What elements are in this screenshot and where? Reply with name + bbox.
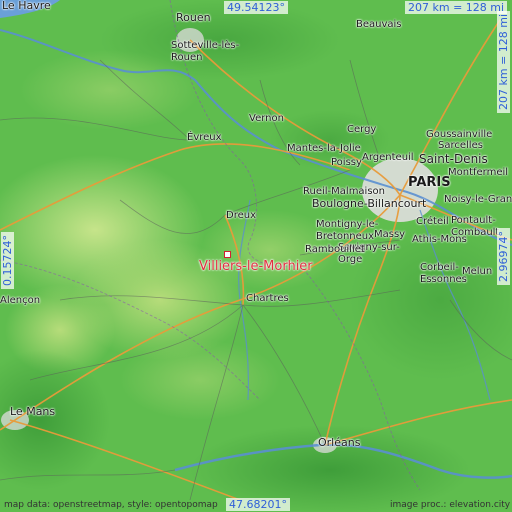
place-label-montfermeil: Montfermeil xyxy=(448,167,509,178)
place-label-beauvais: Beauvais xyxy=(356,19,402,30)
terrain-layer xyxy=(0,0,512,512)
place-label-argenteuil: Argenteuil xyxy=(362,152,414,163)
place-label-montigny: Montigny-le- Bretonneux xyxy=(316,219,379,242)
place-label-cergy: Cergy xyxy=(347,124,377,135)
place-label-orleans: Orléans xyxy=(318,436,361,449)
highlight-place-label: Villiers-le-Morhier xyxy=(199,259,313,274)
place-label-alencon: Alençon xyxy=(0,295,41,306)
place-label-poissy: Poissy xyxy=(331,157,362,168)
footer-credit: image proc.: elevation.city xyxy=(390,500,511,510)
place-label-athis-mons: Athis-Mons xyxy=(412,234,467,245)
place-label-sarcelles: Sarcelles xyxy=(438,140,483,151)
place-label-chartres: Chartres xyxy=(246,293,289,304)
place-label-boulogne-billancourt: Boulogne-Billancourt xyxy=(312,197,427,210)
place-label-le-mans: Le Mans xyxy=(10,405,56,418)
place-label-sotteville: Sotteville-lès- Rouen xyxy=(171,40,240,63)
scale-horizontal: 207 km = 128 mi xyxy=(405,1,508,14)
place-label-mantes-la-jolie: Mantes-la-Jolie xyxy=(287,143,361,154)
coord-right-longitude: 2.96974° xyxy=(497,228,510,285)
coord-top-latitude: 49.54123° xyxy=(224,1,288,14)
coord-left-longitude: 0.15724° xyxy=(1,232,14,289)
footer-attribution: map data: openstreetmap, style: opentopo… xyxy=(4,500,218,510)
place-label-le-havre: Le Havre xyxy=(2,0,51,12)
place-label-rambouillet: Rambouillet xyxy=(305,244,365,255)
coord-bottom-latitude: 47.68201° xyxy=(226,498,290,511)
place-label-rouen: Rouen xyxy=(176,11,211,24)
place-label-dreux: Dreux xyxy=(226,210,256,221)
place-label-melun: Melun xyxy=(462,266,493,277)
place-label-evreux: Évreux xyxy=(187,132,222,143)
place-label-massy: Massy xyxy=(374,229,406,240)
map-canvas[interactable]: Le Havre Rouen Beauvais Sotteville-lès- R… xyxy=(0,0,512,512)
place-label-saint-denis: Saint-Denis xyxy=(419,152,488,166)
place-label-goussainville: Goussainville xyxy=(426,129,493,140)
place-label-creteil: Créteil xyxy=(416,216,449,227)
place-label-corbeil-essonnes: Corbeil- Essonnes xyxy=(420,262,467,285)
scale-vertical: 207 km = 128 mi xyxy=(497,10,510,113)
place-label-vernon: Vernon xyxy=(249,113,284,124)
place-label-paris: PARIS xyxy=(408,175,451,190)
place-label-noisy-le-grand: Noisy-le-Grand xyxy=(444,194,512,205)
location-marker[interactable] xyxy=(224,251,231,258)
